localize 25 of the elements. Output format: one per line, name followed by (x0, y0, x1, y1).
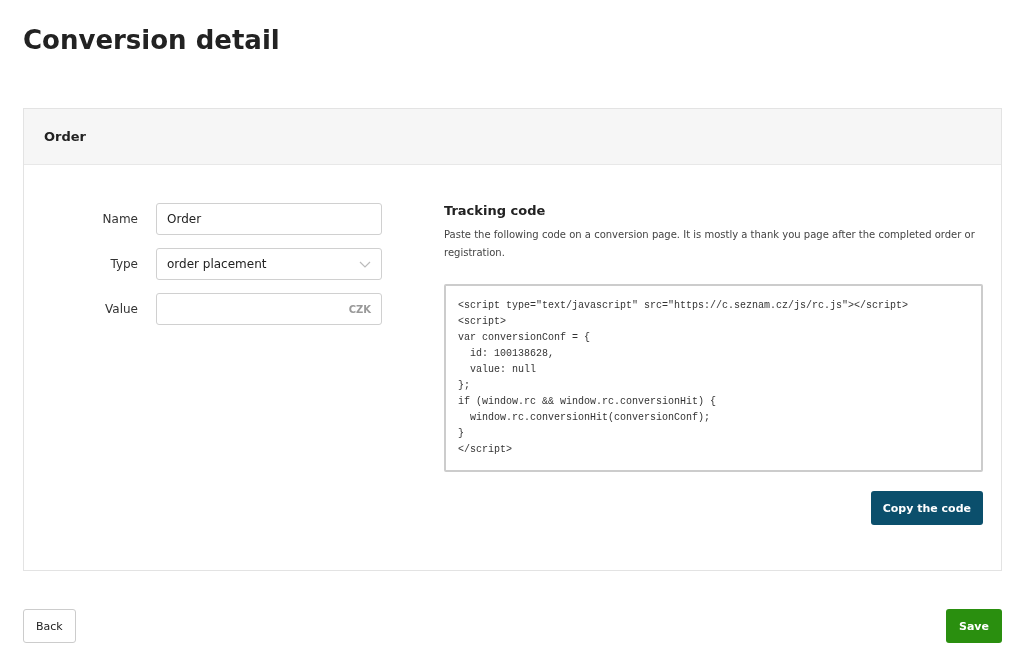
chevron-down-icon (359, 260, 371, 268)
save-button[interactable]: Save (946, 609, 1002, 643)
currency-suffix: CZK (348, 303, 371, 315)
code-line: value: null (469, 363, 537, 377)
field-label: Type (110, 257, 138, 271)
code-line: <script> (458, 315, 507, 329)
type-select[interactable]: order placement (156, 248, 382, 280)
copy-code-button[interactable]: Copy the code (870, 491, 983, 525)
code-line: if (window.rc && window.rc.conversionHit) { (458, 395, 718, 409)
code-line: </script> (458, 443, 513, 457)
code-line: }; (458, 379, 471, 393)
code-line: id: 100138628, (469, 347, 555, 361)
field-label: Value (105, 302, 138, 316)
code-line: } (458, 427, 465, 441)
code-line: window.rc.conversionHit(conversionConf); (469, 411, 712, 425)
field-label: Name (102, 212, 138, 226)
description-text: Paste the following code on a conversion page. It is mostly a thank you page after the completed order or registration. (444, 228, 976, 260)
type-value: order placement (167, 257, 268, 271)
code-line: <script type="text/javascript" src="https://c.seznam.cz/js/rc.js"></script> (458, 299, 910, 313)
name-input[interactable]: Order (156, 203, 382, 235)
code-line: var conversionConf = { (458, 331, 592, 345)
panel-title: Order (44, 129, 86, 144)
page-title: Conversion detail (23, 24, 281, 57)
section-title: Tracking code (444, 203, 547, 218)
back-button[interactable]: Back (23, 609, 76, 643)
